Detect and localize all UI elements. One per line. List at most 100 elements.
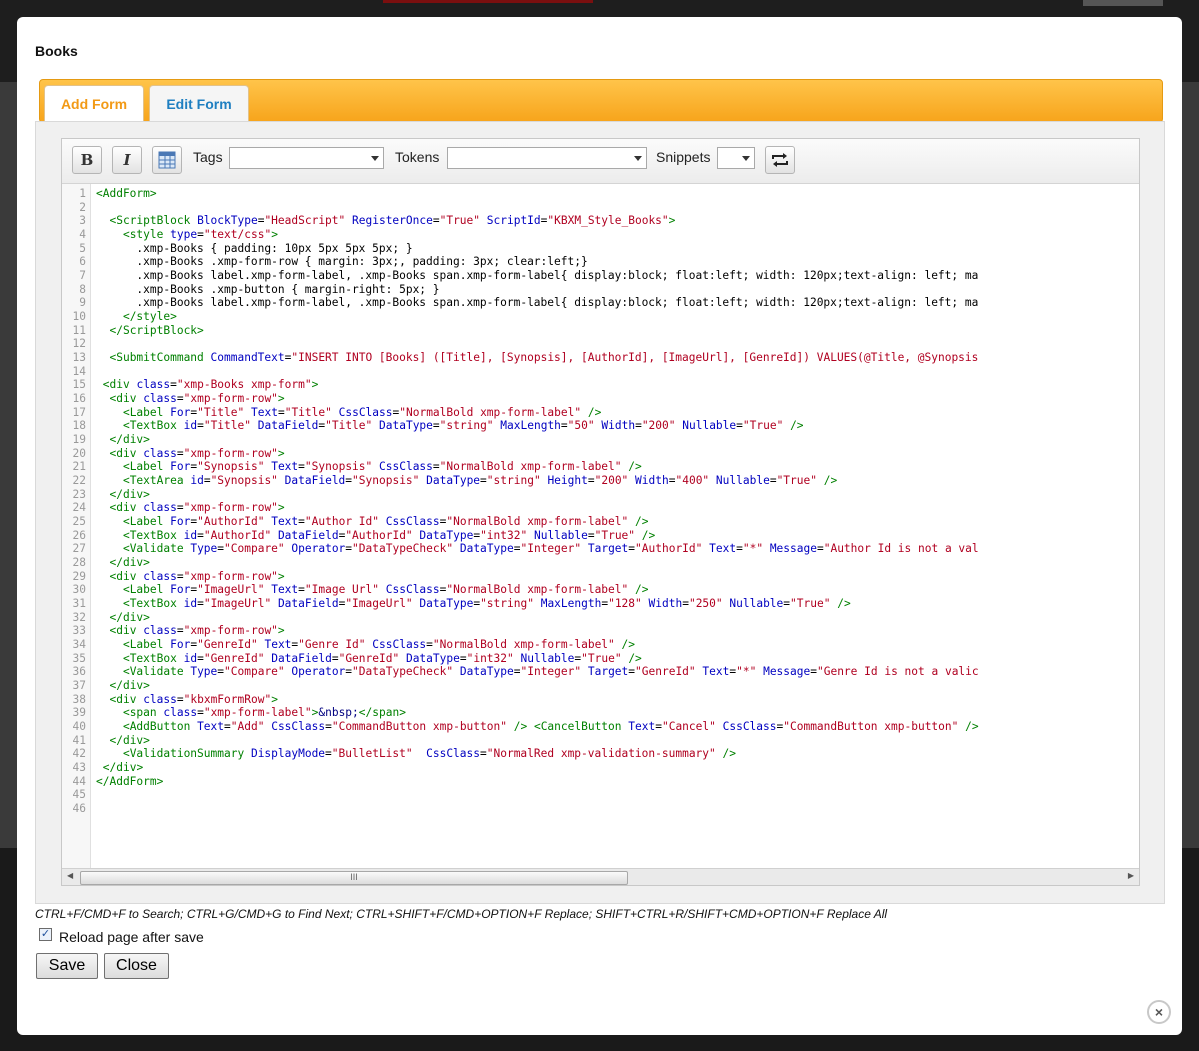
modal-dialog: Books Add Form Edit Form B I Tags Tokens… bbox=[17, 17, 1182, 1035]
code-area[interactable]: 1 <AddForm> 2 3 <ScriptBlock BlockType="Hea… bbox=[62, 184, 1139, 868]
code-line-text: </div> bbox=[109, 487, 150, 501]
code-line: 18 <TextBox id="Title" DataField="Title"… bbox=[62, 419, 1139, 433]
save-button[interactable]: Save bbox=[36, 953, 98, 979]
keyboard-shortcuts-hint: CTRL+F/CMD+F to Search; CTRL+G/CMD+G to … bbox=[35, 907, 888, 921]
line-number: 30 bbox=[72, 583, 86, 597]
code-line-text: </div> bbox=[109, 610, 150, 624]
code-line-text: <div class="kbxmFormRow"> bbox=[109, 692, 278, 706]
code-line: 3 <ScriptBlock BlockType="HeadScript" Re… bbox=[62, 214, 1139, 228]
code-line-text: <TextBox id="ImageUrl" DataField="ImageU… bbox=[122, 597, 851, 611]
code-line-text: </AddForm> bbox=[96, 774, 164, 788]
code-line: 1 <AddForm> bbox=[62, 187, 1139, 201]
page-background-accent bbox=[383, 0, 593, 3]
code-line-text: <div class="xmp-form-row"> bbox=[109, 624, 285, 638]
code-line-text: <ValidationSummary DisplayMode="BulletLi… bbox=[122, 747, 736, 761]
code-line: 34 <Label For="GenreId" Text="Genre Id" … bbox=[62, 638, 1139, 652]
code-line: 36 <Validate Type="Compare" Operator="Da… bbox=[62, 665, 1139, 679]
horizontal-scrollbar[interactable]: ◀ III ▶ bbox=[62, 868, 1139, 885]
code-line-text: </style> bbox=[122, 310, 177, 324]
code-line: 45 bbox=[62, 788, 1139, 802]
line-number: 15 bbox=[72, 378, 86, 392]
code-line: 31 <TextBox id="ImageUrl" DataField="Ima… bbox=[62, 597, 1139, 611]
code-line: 35 <TextBox id="GenreId" DataField="Genr… bbox=[62, 652, 1139, 666]
code-line-text: <div class="xmp-form-row"> bbox=[109, 569, 285, 583]
line-number: 8 bbox=[79, 282, 86, 296]
code-line-text: <span class="xmp-form-label">&nbsp;</spa… bbox=[122, 706, 406, 720]
reload-checkbox[interactable]: ✓ bbox=[39, 928, 52, 941]
line-number: 12 bbox=[72, 337, 86, 351]
code-line-text: </div> bbox=[109, 433, 150, 447]
snippets-select[interactable] bbox=[717, 147, 755, 169]
scrollbar-thumb[interactable]: III bbox=[80, 871, 628, 885]
code-line-text: <ScriptBlock BlockType="HeadScript" Regi… bbox=[109, 214, 676, 228]
chevron-down-icon bbox=[742, 156, 750, 161]
table-button[interactable] bbox=[152, 146, 182, 174]
line-number: 2 bbox=[79, 200, 86, 214]
line-number: 7 bbox=[79, 269, 86, 283]
tab-add-form[interactable]: Add Form bbox=[44, 85, 144, 121]
code-line-text: <AddForm> bbox=[96, 187, 157, 200]
tags-select[interactable] bbox=[229, 147, 384, 169]
code-line: 19 </div> bbox=[62, 433, 1139, 447]
code-line: 44 </AddForm> bbox=[62, 775, 1139, 789]
line-number: 5 bbox=[79, 241, 86, 255]
line-number: 40 bbox=[72, 720, 86, 734]
close-button[interactable]: Close bbox=[104, 953, 169, 979]
italic-icon: I bbox=[123, 151, 131, 169]
tokens-select[interactable] bbox=[447, 147, 647, 169]
code-line: 28 </div> bbox=[62, 556, 1139, 570]
editor-toolbar: B I Tags Tokens Snippets bbox=[62, 139, 1139, 184]
line-number: 38 bbox=[72, 692, 86, 706]
wrap-toggle-button[interactable] bbox=[765, 146, 795, 174]
line-number: 21 bbox=[72, 460, 86, 474]
code-line-text: <SubmitCommand CommandText="INSERT INTO … bbox=[109, 351, 979, 365]
tab-edit-form[interactable]: Edit Form bbox=[149, 85, 249, 121]
code-line: 25 <Label For="AuthorId" Text="Author Id… bbox=[62, 515, 1139, 529]
line-number: 42 bbox=[72, 747, 86, 761]
code-line: 32 </div> bbox=[62, 611, 1139, 625]
code-line: 10 </style> bbox=[62, 310, 1139, 324]
reload-label: Reload page after save bbox=[59, 929, 204, 945]
code-line: 16 <div class="xmp-form-row"> bbox=[62, 392, 1139, 406]
code-line: 4 <style type="text/css"> bbox=[62, 228, 1139, 242]
code-line: 7 .xmp-Books label.xmp-form-label, .xmp-… bbox=[62, 269, 1139, 283]
code-line: 9 .xmp-Books label.xmp-form-label, .xmp-… bbox=[62, 296, 1139, 310]
line-number: 6 bbox=[79, 255, 86, 269]
bold-button[interactable]: B bbox=[72, 146, 102, 174]
code-line-text: <div class="xmp-form-row"> bbox=[109, 446, 285, 460]
repeat-icon bbox=[772, 153, 788, 167]
line-number: 24 bbox=[72, 501, 86, 515]
code-line: 29 <div class="xmp-form-row"> bbox=[62, 570, 1139, 584]
code-line-text: <Label For="Title" Text="Title" CssClass… bbox=[122, 405, 602, 419]
tokens-label: Tokens bbox=[395, 149, 440, 165]
line-number: 29 bbox=[72, 569, 86, 583]
close-icon[interactable]: × bbox=[1147, 1000, 1171, 1024]
code-line-text: <TextBox id="AuthorId" DataField="Author… bbox=[122, 528, 656, 542]
snippets-label: Snippets bbox=[656, 149, 711, 165]
code-line: 21 <Label For="Synopsis" Text="Synopsis"… bbox=[62, 460, 1139, 474]
code-line: 24 <div class="xmp-form-row"> bbox=[62, 501, 1139, 515]
line-number: 44 bbox=[72, 774, 86, 788]
code-line-text: <Label For="AuthorId" Text="Author Id" C… bbox=[122, 515, 649, 529]
line-number: 36 bbox=[72, 665, 86, 679]
line-number: 16 bbox=[72, 392, 86, 406]
bold-icon: B bbox=[80, 151, 94, 169]
line-number: 39 bbox=[72, 706, 86, 720]
line-number: 25 bbox=[72, 515, 86, 529]
scroll-left-icon[interactable]: ◀ bbox=[67, 871, 73, 880]
code-line: 41 </div> bbox=[62, 734, 1139, 748]
code-editor: B I Tags Tokens Snippets 1 <AddForm> 2 3… bbox=[61, 138, 1140, 886]
code-line: 5 .xmp-Books { padding: 10px 5px 5px 5px… bbox=[62, 242, 1139, 256]
line-number: 26 bbox=[72, 528, 86, 542]
line-number: 20 bbox=[72, 446, 86, 460]
tags-label: Tags bbox=[193, 149, 223, 165]
line-number: 28 bbox=[72, 556, 86, 570]
line-number: 34 bbox=[72, 638, 86, 652]
code-line-text: .xmp-Books label.xmp-form-label, .xmp-Bo… bbox=[96, 296, 979, 310]
code-line: 43 </div> bbox=[62, 761, 1139, 775]
scroll-right-icon[interactable]: ▶ bbox=[1128, 871, 1134, 880]
code-line: 22 <TextArea id="Synopsis" DataField="Sy… bbox=[62, 474, 1139, 488]
code-line-text: <style type="text/css"> bbox=[122, 228, 278, 241]
italic-button[interactable]: I bbox=[112, 146, 142, 174]
dialog-title: Books bbox=[35, 43, 78, 59]
